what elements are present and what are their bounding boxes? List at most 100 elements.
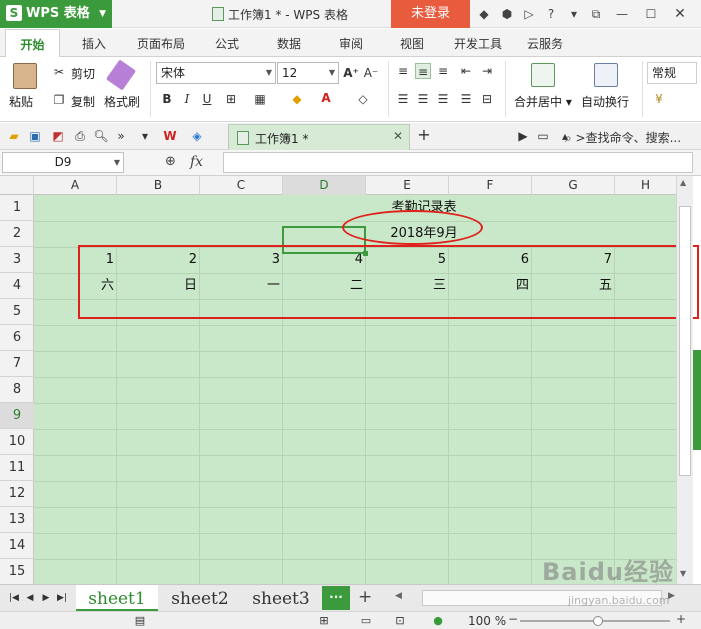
row-header[interactable]: 3 xyxy=(0,247,34,273)
justify-icon[interactable]: ☰ xyxy=(458,91,474,107)
minimize-ribbon-icon[interactable]: ▾ xyxy=(566,6,582,22)
row-header[interactable]: 5 xyxy=(0,299,34,325)
column-header-g[interactable]: G xyxy=(532,176,615,195)
page-layout-view-icon[interactable]: ▭ xyxy=(358,613,374,629)
tab-developer[interactable]: 开发工具 xyxy=(454,29,502,57)
tab-home[interactable]: 开始 xyxy=(5,29,60,58)
side-panel-toggle[interactable] xyxy=(693,350,701,450)
close-icon[interactable]: ✕ xyxy=(672,6,688,22)
last-sheet-icon[interactable]: ▶| xyxy=(54,590,70,606)
align-left-icon[interactable]: ☰ xyxy=(395,91,411,107)
column-header-f[interactable]: F xyxy=(449,176,532,195)
row-header[interactable]: 7 xyxy=(0,351,34,377)
merge-center-icon[interactable] xyxy=(531,63,555,87)
sheet-tab-sheet3[interactable]: sheet3 xyxy=(242,585,320,611)
bold-icon[interactable]: B xyxy=(159,91,175,107)
tab-review[interactable]: 审阅 xyxy=(339,29,363,57)
merge-center-button[interactable]: 合并居中 ▾ xyxy=(514,93,572,110)
share-icon[interactable]: ▷ xyxy=(521,6,537,22)
screen-icon[interactable]: ▶ xyxy=(515,128,531,144)
font-shrink-icon[interactable]: A⁻ xyxy=(363,65,379,81)
paste-icon[interactable] xyxy=(13,63,37,89)
restore-window-icon[interactable]: ⧉ xyxy=(588,6,604,22)
tab-data[interactable]: 数据 xyxy=(277,29,301,57)
tab-formulas[interactable]: 公式 xyxy=(215,29,239,57)
name-box[interactable]: D9 ▼ xyxy=(2,152,124,173)
underline-icon[interactable]: U xyxy=(199,91,215,107)
align-middle-icon[interactable]: ≡ xyxy=(415,63,431,79)
clear-format-icon[interactable]: ◇ xyxy=(355,91,371,107)
row-header[interactable]: 13 xyxy=(0,507,34,533)
column-header-c[interactable]: C xyxy=(200,176,283,195)
next-sheet-icon[interactable]: ▶ xyxy=(38,590,54,606)
page-break-view-icon[interactable]: ⊡ xyxy=(392,613,408,629)
login-button[interactable]: 未登录 xyxy=(391,0,470,28)
row-header[interactable]: 8 xyxy=(0,377,34,403)
more-sheets-button[interactable]: ··· xyxy=(322,586,350,610)
new-tab-icon[interactable]: + xyxy=(416,127,432,143)
cut-button[interactable]: 剪切 xyxy=(71,65,95,82)
settings-icon[interactable]: ⬢ xyxy=(499,6,515,22)
indent-decrease-icon[interactable]: ⇤ xyxy=(458,63,474,79)
add-sheet-button[interactable]: + xyxy=(358,587,372,607)
help-icon[interactable]: ? xyxy=(543,6,559,22)
distributed-icon[interactable]: ⊟ xyxy=(479,91,495,107)
formula-input[interactable] xyxy=(223,152,693,173)
tab-insert[interactable]: 插入 xyxy=(82,29,106,57)
eye-protection-icon[interactable]: ● xyxy=(430,613,446,629)
normal-view-icon[interactable]: ⊞ xyxy=(316,613,332,629)
italic-icon[interactable]: I xyxy=(179,91,195,107)
tab-view[interactable]: 视图 xyxy=(400,29,424,57)
row-header[interactable]: 2 xyxy=(0,221,34,247)
zoom-out-icon[interactable]: − xyxy=(508,612,518,626)
column-header-e[interactable]: E xyxy=(366,176,449,195)
number-format-select[interactable]: 常规 xyxy=(647,62,697,84)
tab-cloud[interactable]: 云服务 xyxy=(527,29,563,57)
align-top-icon[interactable]: ≡ xyxy=(395,63,411,79)
scroll-left-icon[interactable]: ◀ xyxy=(395,591,402,601)
wps-home-icon[interactable]: W xyxy=(162,128,178,144)
app-menu-button[interactable]: S WPS 表格 ▼ xyxy=(0,0,112,28)
align-right-icon[interactable]: ☰ xyxy=(435,91,451,107)
chevron-down-icon[interactable]: ▾ xyxy=(137,128,153,144)
maximize-icon[interactable]: ☐ xyxy=(643,6,659,22)
select-all-corner[interactable] xyxy=(0,176,34,195)
minimize-icon[interactable]: — xyxy=(614,6,630,22)
vertical-scrollbar[interactable]: ▲ ▼ xyxy=(676,176,693,584)
sheet-tab-sheet1[interactable]: sheet1 xyxy=(76,585,158,611)
column-header-d[interactable]: D xyxy=(283,176,366,195)
more-tools-icon[interactable]: » xyxy=(113,128,129,144)
column-header-a[interactable]: A xyxy=(34,176,117,195)
row-header[interactable]: 6 xyxy=(0,325,34,351)
row-header[interactable]: 15 xyxy=(0,559,34,584)
print-icon[interactable]: ⎙ xyxy=(72,128,88,144)
save-icon[interactable]: ▣ xyxy=(27,128,43,144)
open-folder-icon[interactable]: ▰ xyxy=(6,128,22,144)
row-header[interactable]: 11 xyxy=(0,455,34,481)
document-tab[interactable]: 工作簿1 * ✕ xyxy=(228,124,410,150)
zoom-in-icon[interactable]: + xyxy=(676,612,686,626)
cell-style-icon[interactable]: ▦ xyxy=(252,91,268,107)
cube-icon[interactable]: ◈ xyxy=(189,128,205,144)
insert-function-button[interactable]: fx xyxy=(190,154,203,170)
row-header[interactable]: 9 xyxy=(0,403,34,429)
scroll-up-icon[interactable]: ▲ xyxy=(680,178,686,187)
indent-increase-icon[interactable]: ⇥ xyxy=(479,63,495,79)
currency-icon[interactable]: ¥ xyxy=(651,91,667,107)
row-header[interactable]: 10 xyxy=(0,429,34,455)
print-preview-icon[interactable]: 🔍︎ xyxy=(93,128,109,144)
row-header[interactable]: 4 xyxy=(0,273,34,299)
format-painter-icon[interactable] xyxy=(105,59,137,91)
zoom-slider-knob[interactable] xyxy=(593,616,603,626)
fill-color-icon[interactable]: ◆ xyxy=(289,91,305,107)
wrap-text-icon[interactable] xyxy=(594,63,618,87)
align-bottom-icon[interactable]: ≡ xyxy=(435,63,451,79)
export-pdf-icon[interactable]: ◩ xyxy=(50,128,66,144)
comment-icon[interactable]: ▭ xyxy=(535,128,551,144)
borders-icon[interactable]: ⊞ xyxy=(223,91,239,107)
prev-sheet-icon[interactable]: ◀ xyxy=(22,590,38,606)
font-size-select[interactable]: 12 ▼ xyxy=(277,62,339,84)
row-header[interactable]: 1 xyxy=(0,195,34,221)
column-header-b[interactable]: B xyxy=(117,176,200,195)
zoom-level[interactable]: 100 % xyxy=(468,614,506,628)
